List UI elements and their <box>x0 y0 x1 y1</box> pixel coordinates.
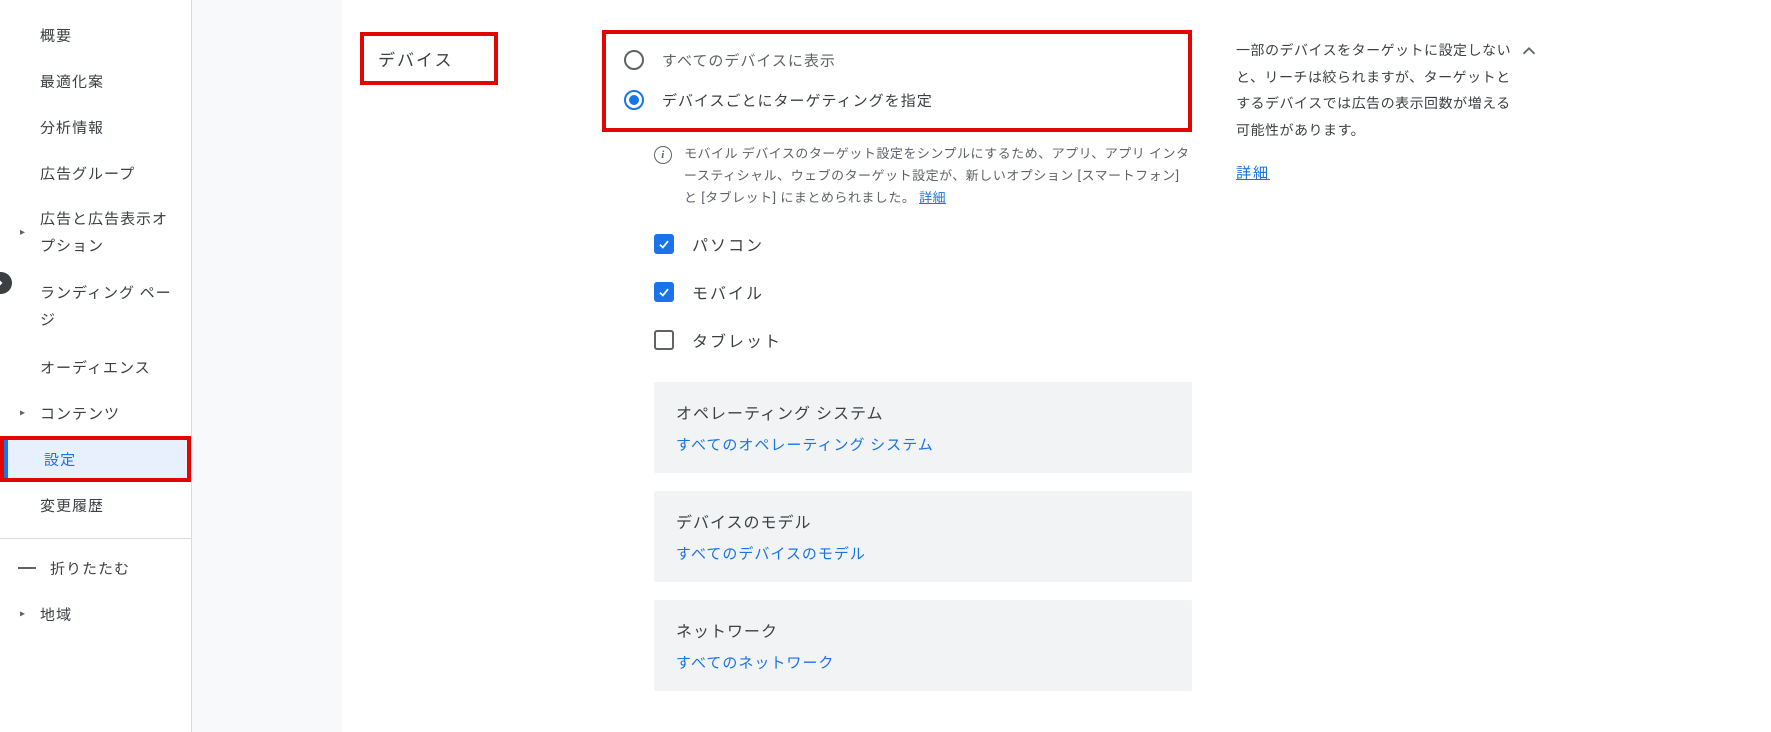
helper-text: 一部のデバイスをターゲットに設定しないと、リーチは絞られますが、ターゲットとする… <box>1236 38 1524 144</box>
section-label-column: デバイス <box>342 0 602 732</box>
chevron-up-icon <box>1518 40 1540 62</box>
check-pc[interactable]: パソコン <box>602 220 1192 268</box>
settings-card: デバイス すべてのデバイスに表示 デバイスごとにターゲティングを指定 i <box>342 0 1771 732</box>
sidebar-item-adgroups[interactable]: 広告グループ <box>0 150 191 196</box>
radio-all-devices[interactable]: すべてのデバイスに表示 <box>624 40 1170 80</box>
device-options-column: すべてのデバイスに表示 デバイスごとにターゲティングを指定 i モバイル デバイ… <box>602 0 1212 732</box>
sidebar-item-settings[interactable]: 設定 <box>0 436 191 482</box>
subpanel-title: ネットワーク <box>676 618 1170 642</box>
sidebar-item-locations[interactable]: ▸ 地域 <box>0 591 191 637</box>
check-icon <box>657 237 671 251</box>
device-info-note: i モバイル デバイスのターゲット設定をシンプルにするため、アプリ、アプリ イン… <box>602 138 1192 220</box>
check-label: モバイル <box>692 280 764 304</box>
radio-icon <box>624 90 644 110</box>
subpanel-os[interactable]: オペレーティング システム すべてのオペレーティング システム <box>654 382 1192 473</box>
radio-label: すべてのデバイスに表示 <box>662 50 836 71</box>
subpanel-value: すべてのオペレーティング システム <box>676 434 1170 455</box>
sidebar-item-ads-extensions[interactable]: ▸ 広告と広告表示オプション <box>0 196 191 270</box>
sidebar-item-label: 設定 <box>44 449 76 470</box>
check-label: タブレット <box>692 328 782 352</box>
chevron-right-icon: ▸ <box>20 609 26 620</box>
collapse-icon <box>18 567 36 569</box>
check-label: パソコン <box>692 232 764 256</box>
subpanel-value: すべてのデバイスのモデル <box>676 543 1170 564</box>
checkbox-icon <box>654 282 674 302</box>
sidebar-item-insights[interactable]: 分析情報 <box>0 104 191 150</box>
subpanel-title: オペレーティング システム <box>676 400 1170 424</box>
main-panel: デバイス すべてのデバイスに表示 デバイスごとにターゲティングを指定 i <box>192 0 1771 732</box>
sidebar-item-content[interactable]: ▸ コンテンツ <box>0 390 191 436</box>
info-detail-link[interactable]: 詳細 <box>919 191 946 206</box>
radio-specific-targeting[interactable]: デバイスごとにターゲティングを指定 <box>624 80 1170 120</box>
sidebar-item-label: 概要 <box>40 25 72 46</box>
check-icon <box>657 285 671 299</box>
chevron-right-icon: ▸ <box>20 408 26 419</box>
helper-detail-link[interactable]: 詳細 <box>1236 162 1270 183</box>
sidebar-collapse[interactable]: 折りたたむ <box>0 545 191 591</box>
helper-column: 一部のデバイスをターゲットに設定しないと、リーチは絞られますが、ターゲットとする… <box>1212 0 1552 732</box>
sidebar-item-label: 広告と広告表示オプション <box>40 206 173 260</box>
info-text: モバイル デバイスのターゲット設定をシンプルにするため、アプリ、アプリ インター… <box>684 144 1192 210</box>
device-section-title: デバイス <box>360 32 498 85</box>
radio-icon <box>624 50 644 70</box>
device-radio-group: すべてのデバイスに表示 デバイスごとにターゲティングを指定 <box>602 30 1192 132</box>
sidebar: 概要 最適化案 分析情報 広告グループ ▸ 広告と広告表示オプション ランディン… <box>0 0 192 732</box>
subpanel-device-model[interactable]: デバイスのモデル すべてのデバイスのモデル <box>654 491 1192 582</box>
sidebar-item-audiences[interactable]: オーディエンス <box>0 344 191 390</box>
sidebar-item-label: ランディング ページ <box>40 280 173 334</box>
sidebar-item-overview[interactable]: 概要 <box>0 12 191 58</box>
check-tablet[interactable]: タブレット <box>602 316 1192 364</box>
section-collapse-button[interactable] <box>1518 40 1540 66</box>
sidebar-item-landing-pages[interactable]: ランディング ページ <box>0 270 191 344</box>
checkbox-icon <box>654 234 674 254</box>
info-icon: i <box>654 146 672 164</box>
sidebar-item-label: 変更履歴 <box>40 495 104 516</box>
check-mobile[interactable]: モバイル <box>602 268 1192 316</box>
sidebar-item-label: オーディエンス <box>40 357 151 378</box>
subpanel-title: デバイスのモデル <box>676 509 1170 533</box>
sidebar-item-label: 分析情報 <box>40 117 104 138</box>
checkbox-icon <box>654 330 674 350</box>
left-gutter <box>192 0 342 732</box>
sidebar-item-label: 広告グループ <box>40 163 135 184</box>
chevron-right-icon: ▸ <box>20 224 26 242</box>
radio-label: デバイスごとにターゲティングを指定 <box>662 90 933 111</box>
sidebar-item-change-history[interactable]: 変更履歴 <box>0 482 191 528</box>
subpanel-network[interactable]: ネットワーク すべてのネットワーク <box>654 600 1192 691</box>
sidebar-separator <box>0 538 191 539</box>
sidebar-item-label: コンテンツ <box>40 403 120 424</box>
sidebar-item-recommendations[interactable]: 最適化案 <box>0 58 191 104</box>
sidebar-item-label: 地域 <box>40 604 72 625</box>
sidebar-collapse-label: 折りたたむ <box>50 558 130 579</box>
subpanel-value: すべてのネットワーク <box>676 652 1170 673</box>
sidebar-item-label: 最適化案 <box>40 71 104 92</box>
